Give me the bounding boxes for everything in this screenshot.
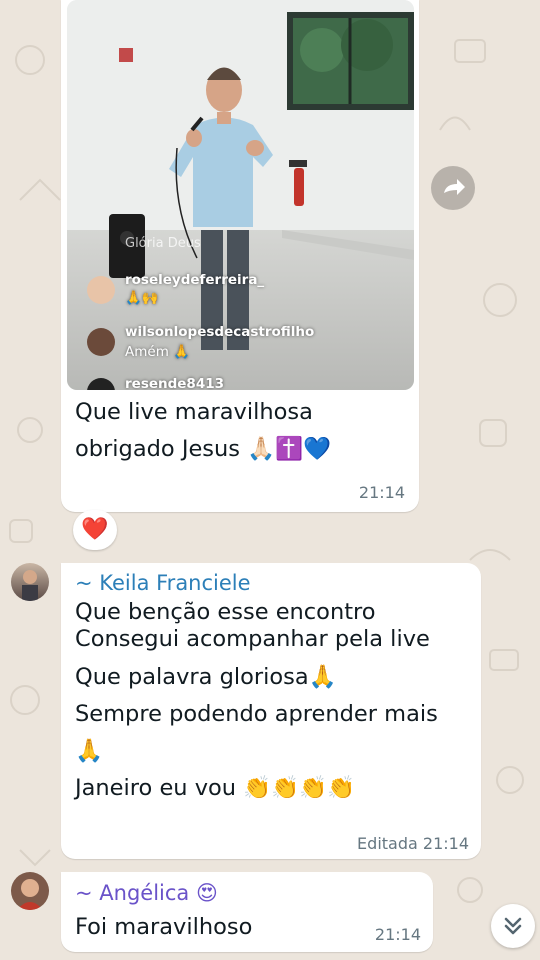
double-chevron-down-icon [504,917,522,935]
message-text: Que benção esse encontro Consegui acompa… [75,599,438,807]
live-comment-text: Amém 🙏 [125,344,190,360]
profile-photo [22,570,38,601]
message-line: Consegui acompanhar pela live [75,626,430,652]
faded-comment-text: Glória Deus [125,236,201,251]
avatar[interactable] [11,563,49,601]
message-line: Que live maravilhosa [75,399,313,425]
message-bubble[interactable]: ~ Keila Franciele Que benção esse encont… [61,563,481,859]
avatar[interactable] [11,872,49,910]
sender-name[interactable]: ~ Keila Franciele [75,570,251,596]
heart-icon: ❤️ [81,517,109,542]
live-comment-username: resende8413 [125,376,225,390]
message-line: 🙏 [75,738,104,764]
message-line: Foi maravilhoso [75,914,253,940]
live-comment-text: 🙏🙌 [125,290,159,306]
profile-photo [17,879,43,910]
avatar [87,276,115,304]
message-text: Que live maravilhosa obrigado Jesus 🙏🏻✝️… [75,394,331,468]
message-line: Que palavra gloriosa🙏 [75,664,337,690]
message-text: Foi maravilhoso [75,909,252,946]
message-line: Que benção esse encontro [75,599,376,625]
forward-icon [444,179,465,195]
message-line: obrigado Jesus 🙏🏻✝️💙 [75,436,332,462]
reaction-badge[interactable]: ❤️ [73,510,117,550]
message-line: Sempre podendo aprender mais [75,701,438,727]
video-message-bubble[interactable]: Glória Deus roseleydeferreira_ 🙏🙌 wilson… [61,0,419,512]
message-time: 21:14 [374,925,421,944]
live-comment-username: wilsonlopesdecastrofilho [125,324,315,340]
message-line: Janeiro eu vou 👏👏👏👏 [75,775,356,801]
sender-name[interactable]: ~ Angélica 😍 [75,880,218,906]
message-time: 21:14 [358,483,405,502]
avatar [87,328,115,356]
message-bubble[interactable]: ~ Angélica 😍 Foi maravilhoso 21:14 [61,872,433,952]
message-time: Editada 21:14 [357,834,469,853]
scroll-to-bottom-button[interactable] [491,904,535,948]
live-comment-username: roseleydeferreira_ [125,272,265,288]
forward-button[interactable] [431,166,475,210]
video-thumbnail[interactable]: Glória Deus roseleydeferreira_ 🙏🙌 wilson… [67,0,414,390]
